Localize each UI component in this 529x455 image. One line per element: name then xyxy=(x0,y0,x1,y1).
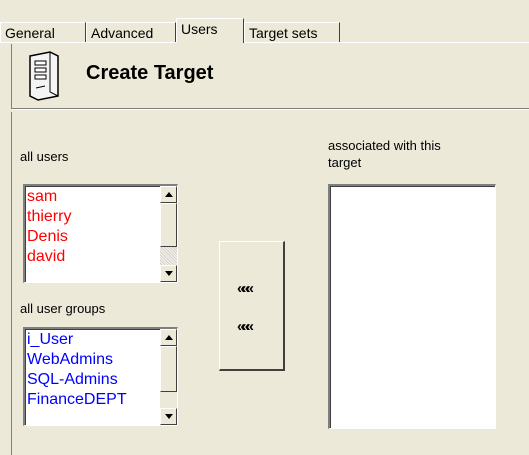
arrow-down-icon xyxy=(164,271,173,276)
tab-advanced[interactable]: Advanced xyxy=(86,22,176,42)
panel-border-left xyxy=(11,112,12,455)
list-item[interactable]: FinanceDEPT xyxy=(27,390,127,410)
list-item[interactable]: thierry xyxy=(27,207,71,227)
scroll-down-button[interactable] xyxy=(160,408,177,425)
scroll-up-button[interactable] xyxy=(160,329,177,346)
list-item[interactable]: WebAdmins xyxy=(27,350,127,370)
all-user-groups-items: i_User WebAdmins SQL-Admins FinanceDEPT xyxy=(27,330,127,410)
page-title: Create Target xyxy=(86,62,214,84)
add-groups-button[interactable]: ««« xyxy=(237,318,254,335)
all-users-items: sam thierry Denis david xyxy=(27,187,71,267)
all-users-scrollbar[interactable] xyxy=(160,186,177,282)
arrow-up-icon xyxy=(164,335,173,340)
list-item[interactable]: Denis xyxy=(27,227,71,247)
server-icon xyxy=(24,50,64,102)
scroll-up-button[interactable] xyxy=(160,186,177,203)
tab-users[interactable]: Users xyxy=(176,18,244,43)
add-users-button[interactable]: ««« xyxy=(237,280,254,297)
list-item[interactable]: david xyxy=(27,247,71,267)
arrow-down-icon xyxy=(164,414,173,419)
scroll-thumb[interactable] xyxy=(160,203,177,247)
all-users-label: all users xyxy=(20,149,69,164)
list-item[interactable]: sam xyxy=(27,187,71,207)
tab-divider xyxy=(0,42,529,43)
associated-list[interactable] xyxy=(328,184,496,429)
all-users-list[interactable]: sam thierry Denis david xyxy=(23,184,178,283)
page-header: Create Target xyxy=(12,46,529,108)
all-user-groups-label: all user groups xyxy=(20,301,106,316)
list-item[interactable]: SQL-Admins xyxy=(27,370,127,390)
scroll-thumb[interactable] xyxy=(160,346,177,392)
tab-general[interactable]: General xyxy=(0,22,86,42)
arrow-up-icon xyxy=(164,192,173,197)
tab-target-sets[interactable]: Target sets xyxy=(244,22,340,42)
header-divider xyxy=(12,108,529,110)
scroll-down-button[interactable] xyxy=(160,265,177,282)
all-user-groups-list[interactable]: i_User WebAdmins SQL-Admins FinanceDEPT xyxy=(23,327,178,426)
add-to-target-buttons[interactable]: ««« ««« xyxy=(219,241,285,371)
list-item[interactable]: i_User xyxy=(27,330,127,350)
associated-label: associated with this target xyxy=(328,138,441,170)
all-user-groups-scrollbar[interactable] xyxy=(160,329,177,425)
